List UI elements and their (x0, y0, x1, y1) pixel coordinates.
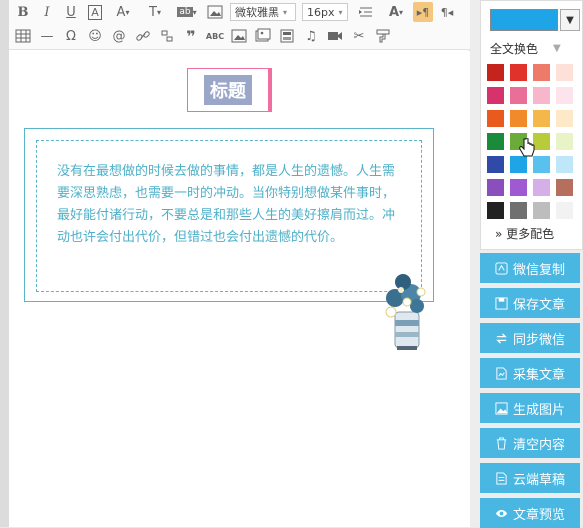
font-size-select[interactable]: 16px ▾ (302, 3, 348, 21)
action-button-sync[interactable]: 同步微信 (480, 323, 580, 353)
color-swatch[interactable] (556, 110, 573, 127)
color-swatch[interactable] (510, 87, 527, 104)
image-icon[interactable] (205, 2, 225, 22)
color-dropdown-icon[interactable]: ▼ (560, 9, 580, 31)
copy-icon (495, 261, 513, 275)
color-swatch[interactable] (533, 133, 550, 150)
collect-icon (495, 366, 513, 380)
action-button-image[interactable]: 生成图片 (480, 393, 580, 423)
emoji-icon[interactable]: ☺ (85, 26, 105, 46)
ltr-icon[interactable]: ▸¶ (413, 2, 433, 22)
color-swatch[interactable] (487, 156, 504, 173)
color-swatch[interactable] (533, 64, 550, 81)
action-button-trash[interactable]: 清空内容 (480, 428, 580, 458)
title-text: 标题 (204, 75, 252, 105)
quote-inner-frame: 没有在最想做的时候去做的事情，都是人生的遗憾。人生需要深思熟虑，也需要一时的冲动… (36, 140, 422, 292)
color-swatch[interactable] (556, 156, 573, 173)
action-button-collect[interactable]: 采集文章 (480, 358, 580, 388)
font-border-icon[interactable]: A (85, 2, 105, 22)
unlink-icon[interactable] (157, 26, 177, 46)
font-family-select[interactable]: 微软雅黑 ▾ (230, 3, 296, 21)
toolbar-row-2: — Ω ☺ @ ❞ ABC ♫ ✂ (11, 24, 395, 48)
more-colors-link[interactable]: » 更多配色 (495, 225, 554, 242)
color-swatch[interactable] (510, 202, 527, 219)
color-swatch[interactable] (487, 133, 504, 150)
cloud-draft-icon (495, 471, 513, 485)
color-swatch[interactable] (487, 110, 504, 127)
indent-icon[interactable] (353, 2, 379, 22)
bold-icon[interactable]: B (13, 2, 33, 22)
color-swatch[interactable] (487, 179, 504, 196)
action-button-copy[interactable]: 微信复制 (480, 253, 580, 283)
format-paint-icon[interactable] (373, 26, 393, 46)
music-icon[interactable]: ♫ (301, 26, 321, 46)
action-button-label: 采集文章 (512, 367, 565, 383)
vase-decoration-icon (385, 274, 426, 350)
omega-icon[interactable]: Ω (61, 26, 81, 46)
save-icon (495, 296, 513, 310)
cut-icon[interactable]: ✂ (349, 26, 369, 46)
color-swatch[interactable] (533, 110, 550, 127)
double-chevron-down-icon: » (495, 227, 503, 241)
eye-icon (495, 507, 513, 520)
color-swatch[interactable] (533, 87, 550, 104)
font-size-adjust-icon[interactable]: A ▾ (383, 2, 409, 22)
action-button-label: 云端草稿 (512, 472, 565, 488)
current-color-swatch[interactable] (490, 9, 558, 31)
table-style-icon[interactable]: ab ▾ (173, 2, 201, 22)
color-swatch[interactable] (533, 202, 550, 219)
action-button-label: 生成图片 (512, 402, 565, 418)
title-block[interactable]: 标题 (187, 68, 272, 112)
table-icon[interactable] (13, 26, 33, 46)
quote-icon[interactable]: ❞ (181, 26, 201, 46)
color-swatch[interactable] (556, 87, 573, 104)
quote-text: 没有在最想做的时候去做的事情，都是人生的遗憾。人生需要深思熟虑，也需要一时的冲动… (57, 164, 396, 245)
overlay-patch (441, 237, 466, 257)
action-button-eye[interactable]: 文章预览 (480, 498, 580, 528)
rtl-icon[interactable]: ¶◂ (437, 2, 457, 22)
action-button-label: 清空内容 (512, 437, 565, 453)
color-swatch[interactable] (510, 179, 527, 196)
horizontal-rule-icon[interactable]: — (37, 26, 57, 46)
at-icon[interactable]: @ (109, 26, 129, 46)
color-swatch[interactable] (487, 87, 504, 104)
italic-icon[interactable]: I (37, 2, 57, 22)
spellcheck-icon[interactable]: ABC (205, 26, 225, 46)
action-button-label: 保存文章 (512, 297, 565, 313)
color-swatch[interactable] (487, 64, 504, 81)
toolbar-row-1: B I U A A ▾ T ▾ ab ▾ 微软雅黑 ▾ 16px ▾ A ▾ ▸¶ ¶◂ (11, 0, 459, 24)
left-gutter (0, 0, 9, 527)
image-gallery-icon[interactable] (253, 26, 273, 46)
color-swatch[interactable] (487, 202, 504, 219)
action-button-save[interactable]: 保存文章 (480, 288, 580, 318)
color-swatch[interactable] (533, 156, 550, 173)
video-icon[interactable] (325, 26, 345, 46)
image-icon (495, 401, 513, 415)
color-swatch[interactable] (556, 202, 573, 219)
color-swatch[interactable] (533, 179, 550, 196)
action-button-label: 微信复制 (512, 262, 565, 278)
sync-icon (495, 332, 513, 345)
action-button-label: 文章预览 (512, 507, 565, 523)
action-button-label: 同步微信 (512, 332, 565, 348)
link-icon[interactable] (133, 26, 153, 46)
image-insert-icon[interactable] (229, 26, 249, 46)
color-swatch[interactable] (510, 110, 527, 127)
whole-text-color-select[interactable]: 全文换色 ▼ (490, 39, 583, 57)
underline-icon[interactable]: U (61, 2, 81, 22)
trash-icon (495, 436, 513, 450)
color-swatch[interactable] (556, 179, 573, 196)
color-swatch[interactable] (556, 133, 573, 150)
text-bg-icon[interactable]: T ▾ (141, 2, 169, 22)
font-color-icon[interactable]: A ▾ (109, 2, 137, 22)
overlay-patch-2 (140, 352, 230, 420)
quote-block[interactable]: 没有在最想做的时候去做的事情，都是人生的遗憾。人生需要深思熟虑，也需要一时的冲动… (24, 128, 434, 302)
color-swatch[interactable] (510, 64, 527, 81)
template-icon[interactable] (277, 26, 297, 46)
color-swatch[interactable] (556, 64, 573, 81)
hand-cursor-icon (519, 138, 535, 157)
editor-toolbar: B I U A A ▾ T ▾ ab ▾ 微软雅黑 ▾ 16px ▾ A ▾ ▸¶ ¶◂ —… (9, 0, 470, 50)
color-palette: ▼ 全文换色 ▼ » 更多配色 (480, 0, 583, 250)
action-button-cloud-draft[interactable]: 云端草稿 (480, 463, 580, 493)
